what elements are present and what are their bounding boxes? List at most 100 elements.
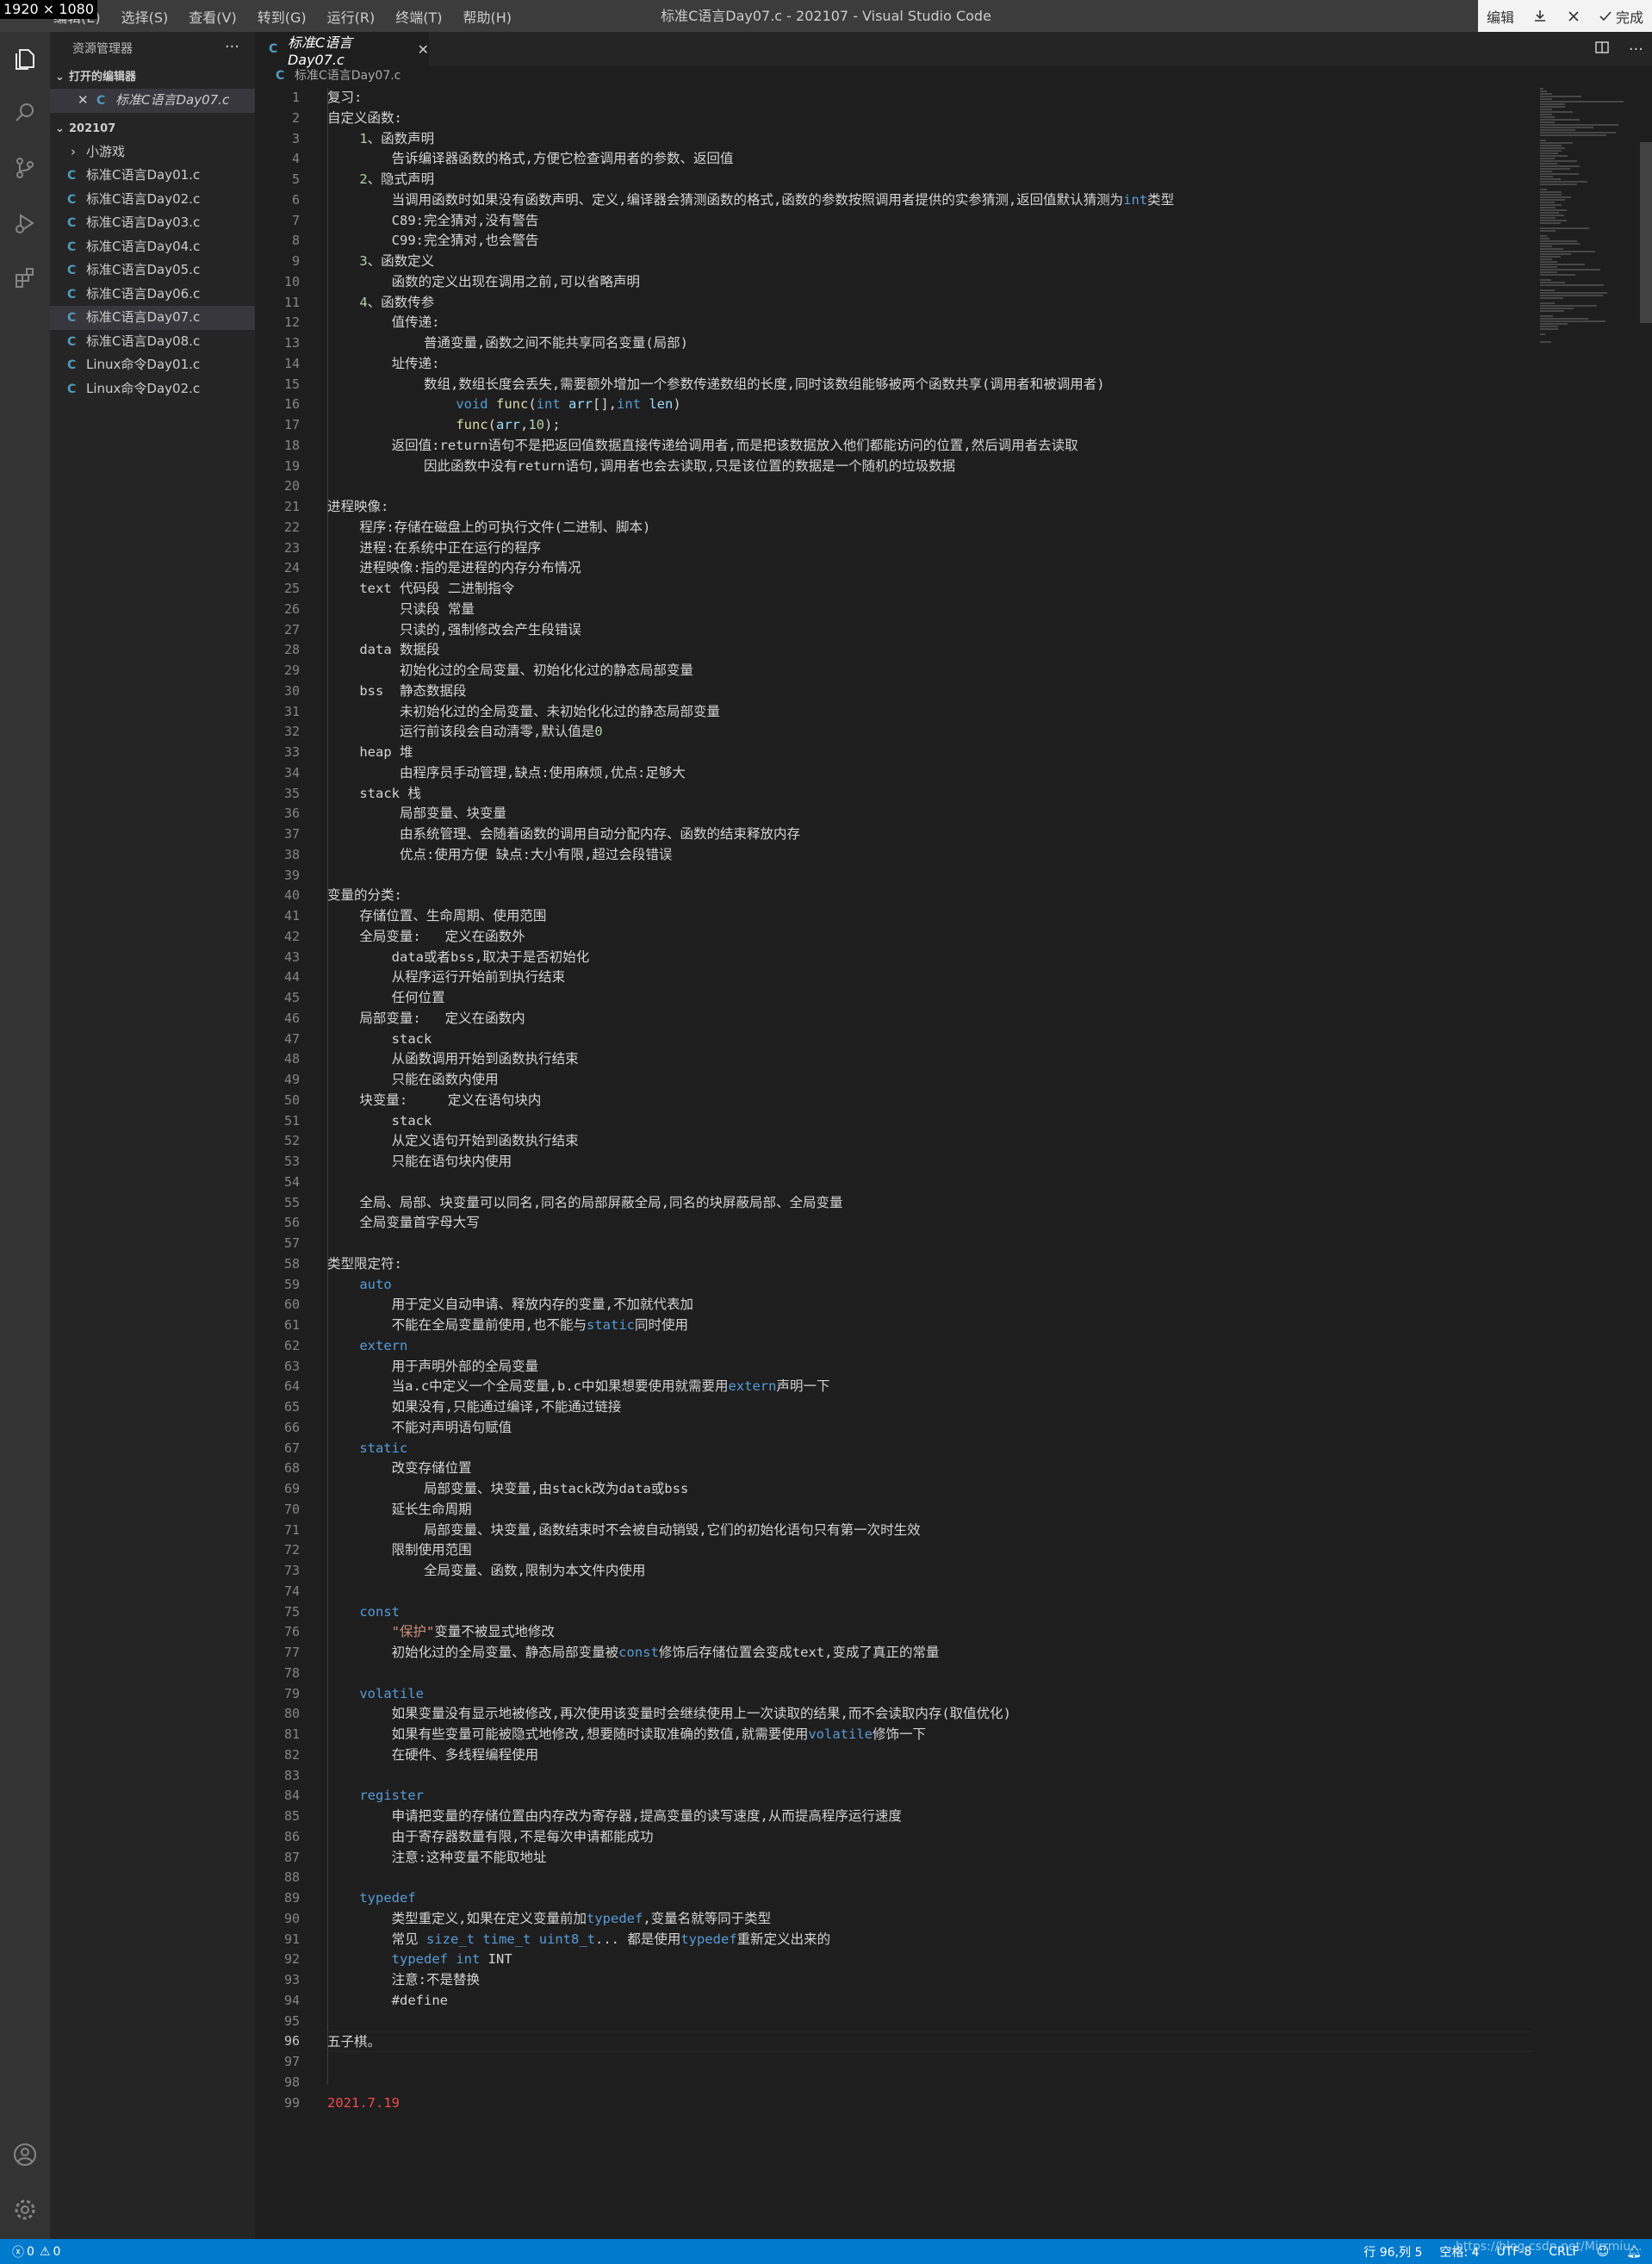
code-line[interactable]: 延长生命周期 bbox=[327, 1500, 1533, 1521]
file-item[interactable]: C Linux命令Day02.c bbox=[50, 377, 255, 401]
code-line[interactable]: 只读的,强制修改会产生段错误 bbox=[327, 620, 1533, 641]
cursor-position[interactable]: 行 96,列 5 bbox=[1363, 2243, 1422, 2261]
code-line[interactable] bbox=[327, 866, 1533, 886]
code-line[interactable]: 只能在函数内使用 bbox=[327, 1070, 1533, 1091]
code-line[interactable]: 由程序员手动管理,缺点:使用麻烦,优点:足够大 bbox=[327, 763, 1533, 784]
code-line[interactable] bbox=[327, 1234, 1533, 1254]
file-item[interactable]: C 标准C语言Day02.c bbox=[50, 188, 255, 212]
more-actions-icon[interactable]: ··· bbox=[1629, 40, 1643, 59]
code-line[interactable]: 值传递: bbox=[327, 313, 1533, 333]
code-line[interactable]: 存储位置、生命周期、使用范围 bbox=[327, 906, 1533, 927]
code-line[interactable]: 优点:使用方便 缺点:大小有限,超过会段错误 bbox=[327, 845, 1533, 866]
code-line[interactable]: stack bbox=[327, 1029, 1533, 1050]
problems-indicator[interactable]: ⓧ 0 ⚠ 0 bbox=[12, 2239, 60, 2264]
code-line[interactable]: 限制使用范围 bbox=[327, 1540, 1533, 1561]
code-line[interactable]: 1、函数声明 bbox=[327, 129, 1533, 150]
code-line[interactable]: 类型重定义,如果在定义变量前加typedef,变量名就等同于类型 bbox=[327, 1909, 1533, 1930]
code-line[interactable]: 由于寄存器数量有限,不是每次申请都能成功 bbox=[327, 1827, 1533, 1848]
code-line[interactable]: 3、函数定义 bbox=[327, 252, 1533, 272]
code-line[interactable]: 类型限定符: bbox=[327, 1254, 1533, 1275]
explorer-icon[interactable] bbox=[8, 42, 42, 77]
code-line[interactable]: 如果变量没有显示地被修改,再次使用该变量时会继续使用上一次读取的结果,而不会读取… bbox=[327, 1704, 1533, 1725]
code-line[interactable] bbox=[327, 2073, 1533, 2093]
account-icon[interactable] bbox=[8, 2137, 42, 2172]
done-button[interactable]: 完成 bbox=[1590, 0, 1652, 32]
open-editors-section[interactable]: ⌄ 打开的编辑器 bbox=[50, 66, 255, 89]
code-line[interactable]: 初始化过的全局变量、初始化化过的静态局部变量 bbox=[327, 661, 1533, 681]
code-line[interactable]: #define bbox=[327, 1991, 1533, 2012]
code-line[interactable]: 全局变量首字母大写 bbox=[327, 1213, 1533, 1234]
close-icon[interactable] bbox=[1557, 0, 1590, 32]
code-line[interactable]: 进程映像:指的是进程的内存分布情况 bbox=[327, 558, 1533, 579]
code-line[interactable]: func(arr,10); bbox=[327, 415, 1533, 436]
code-line[interactable]: 进程:在系统中正在运行的程序 bbox=[327, 538, 1533, 559]
code-line[interactable]: 数组,数组长度会丢失,需要额外增加一个参数传递数组的长度,同时该数组能够被两个函… bbox=[327, 375, 1533, 395]
close-editor-icon[interactable]: ✕ bbox=[78, 89, 96, 113]
code-line[interactable] bbox=[327, 476, 1533, 497]
code-line[interactable]: 变量的分类: bbox=[327, 886, 1533, 906]
code-line[interactable]: 如果没有,只能通过编译,不能通过链接 bbox=[327, 1397, 1533, 1418]
code-line[interactable]: 复习: bbox=[327, 88, 1533, 109]
code-line[interactable]: volatile bbox=[327, 1684, 1533, 1705]
edit-button[interactable]: 编辑 bbox=[1478, 0, 1523, 32]
code-line[interactable]: 注意:这种变量不能取地址 bbox=[327, 1848, 1533, 1869]
code-line[interactable]: auto bbox=[327, 1275, 1533, 1296]
settings-gear-icon[interactable] bbox=[8, 2192, 42, 2227]
file-item[interactable]: C 标准C语言Day05.c bbox=[50, 258, 255, 283]
code-line[interactable]: 只读段 常量 bbox=[327, 600, 1533, 620]
code-line[interactable]: data 数据段 bbox=[327, 640, 1533, 661]
folder-item-games[interactable]: › 小游戏 bbox=[50, 140, 255, 165]
code-line[interactable]: 注意:不是替换 bbox=[327, 1970, 1533, 1991]
code-line[interactable]: text 代码段 二进制指令 bbox=[327, 579, 1533, 600]
code-line[interactable]: 从函数调用开始到函数执行结束 bbox=[327, 1049, 1533, 1070]
code-line[interactable]: stack bbox=[327, 1111, 1533, 1132]
code-line[interactable]: 初始化过的全局变量、静态局部变量被const修饰后存储位置会变成text,变成了… bbox=[327, 1643, 1533, 1664]
code-line[interactable]: C89:完全猜对,没有警告 bbox=[327, 211, 1533, 232]
close-tab-icon[interactable]: ✕ bbox=[418, 41, 429, 58]
code-line[interactable]: 2021.7.19 bbox=[327, 2093, 1533, 2114]
breadcrumb[interactable]: C 标准C语言Day07.c bbox=[255, 66, 1652, 85]
code-line[interactable]: 运行前该段会自动清零,默认值是0 bbox=[327, 722, 1533, 743]
scrollbar-thumb[interactable] bbox=[1640, 142, 1652, 323]
code-line[interactable]: void func(int arr[],int len) bbox=[327, 395, 1533, 415]
code-line[interactable]: data或者bss,取决于是否初始化 bbox=[327, 948, 1533, 968]
code-line[interactable]: 局部变量、块变量 bbox=[327, 804, 1533, 824]
more-actions-icon[interactable]: ··· bbox=[225, 32, 239, 66]
code-line[interactable]: extern bbox=[327, 1336, 1533, 1357]
code-line[interactable]: 只能在语句块内使用 bbox=[327, 1152, 1533, 1172]
code-editor[interactable]: 1 2 3 4 5 6 7 8 9 10 11 12 13 14 15 16 17 18 19 20 21 22 23 24 2… bbox=[255, 88, 1533, 2138]
run-debug-icon[interactable] bbox=[8, 206, 42, 240]
code-line[interactable]: static bbox=[327, 1439, 1533, 1459]
code-line[interactable]: 块变量: 定义在语句块内 bbox=[327, 1091, 1533, 1111]
code-line[interactable] bbox=[327, 1582, 1533, 1602]
code-line[interactable]: 进程映像: bbox=[327, 497, 1533, 518]
code-line[interactable]: "保护"变量不被显式地修改 bbox=[327, 1622, 1533, 1643]
code-line[interactable]: 申请把变量的存储位置由内存改为寄存器,提高变量的读写速度,从而提高程序运行速度 bbox=[327, 1807, 1533, 1827]
menu-terminal[interactable]: 终端(T) bbox=[395, 6, 442, 27]
code-line[interactable]: 当调用函数时如果没有函数声明、定义,编译器会猜测函数的格式,函数的参数按照调用者… bbox=[327, 190, 1533, 211]
code-line[interactable]: 由系统管理、会随着函数的调用自动分配内存、函数的结束释放内存 bbox=[327, 824, 1533, 845]
code-line[interactable]: 局部变量: 定义在函数内 bbox=[327, 1009, 1533, 1029]
file-item[interactable]: C 标准C语言Day01.c bbox=[50, 164, 255, 188]
code-line[interactable]: heap 堆 bbox=[327, 743, 1533, 763]
code-line[interactable]: typedef bbox=[327, 1888, 1533, 1909]
code-line[interactable]: C99:完全猜对,也会警告 bbox=[327, 231, 1533, 252]
code-line[interactable]: 告诉编译器函数的格式,方便它检查调用者的参数、返回值 bbox=[327, 149, 1533, 170]
code-line[interactable]: 五子棋。 bbox=[327, 2031, 1533, 2052]
code-line[interactable]: typedef int INT bbox=[327, 1950, 1533, 1970]
editor-tab[interactable]: C 标准C语言Day07.c ✕ bbox=[255, 32, 429, 68]
code-line[interactable]: 全局变量、函数,限制为本文件内使用 bbox=[327, 1561, 1533, 1582]
code-line[interactable]: 2、隐式声明 bbox=[327, 170, 1533, 190]
code-line[interactable]: 4、函数传参 bbox=[327, 293, 1533, 314]
extensions-icon[interactable] bbox=[8, 261, 42, 295]
menu-help[interactable]: 帮助(H) bbox=[463, 6, 512, 27]
file-item[interactable]: C 标准C语言Day06.c bbox=[50, 283, 255, 307]
code-line[interactable]: 从定义语句开始到函数执行结束 bbox=[327, 1131, 1533, 1152]
code-line[interactable] bbox=[327, 2012, 1533, 2032]
code-line[interactable]: 普通变量,函数之间不能共享同名变量(局部) bbox=[327, 333, 1533, 354]
code-line[interactable]: 自定义函数: bbox=[327, 109, 1533, 129]
code-line[interactable]: 未初始化过的全局变量、未初始化化过的静态局部变量 bbox=[327, 702, 1533, 723]
split-editor-icon[interactable] bbox=[1594, 40, 1610, 59]
code-line[interactable]: bss 静态数据段 bbox=[327, 681, 1533, 702]
source-control-icon[interactable] bbox=[8, 151, 42, 185]
